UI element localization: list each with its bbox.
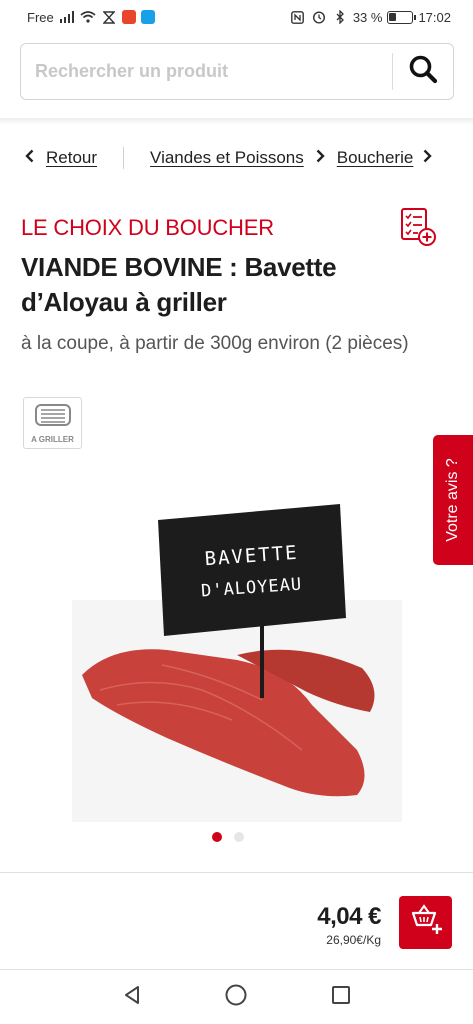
circle-home-icon xyxy=(224,983,248,1012)
status-bar: Free 33 % 17:02 xyxy=(0,0,473,34)
chevron-left-icon xyxy=(25,149,34,167)
price-bar: 4,04 € 26,90€/Kg xyxy=(0,872,473,970)
product-brand: LE CHOIX DU BOUCHER xyxy=(21,215,274,240)
nfc-icon xyxy=(290,10,306,24)
chevron-right-icon xyxy=(423,149,433,167)
add-to-list-button[interactable] xyxy=(400,207,438,247)
battery-percent: 33 % xyxy=(352,9,383,25)
status-bar-left: Free xyxy=(27,10,155,25)
square-recents-icon xyxy=(330,984,352,1011)
product-subtitle: à la coupe, à partir de 300g environ (2 … xyxy=(21,333,409,354)
battery-icon xyxy=(387,10,417,24)
triangle-back-icon xyxy=(121,984,143,1011)
battery-fill xyxy=(389,12,397,21)
wifi-icon xyxy=(80,10,96,24)
product-image: BAVETTE D'ALOYEAU xyxy=(72,500,402,822)
shopping-list-add-icon xyxy=(400,208,438,251)
grill-badge: A GRILLER xyxy=(23,397,82,449)
breadcrumb-divider xyxy=(123,147,125,169)
carousel-dots xyxy=(212,832,244,842)
product-price: 4,04 € xyxy=(317,903,381,930)
search-input[interactable] xyxy=(21,44,392,99)
search-bar xyxy=(20,43,454,100)
breadcrumb: Retour Viandes et Poissons Boucherie xyxy=(0,145,473,171)
product-title: VIANDE BOVINE : Bavette d’Aloyau à grill… xyxy=(21,252,337,317)
hourglass-icon xyxy=(101,10,117,24)
feedback-label: Votre avis ? xyxy=(444,458,462,542)
chevron-right-icon xyxy=(316,149,325,167)
carousel-dot[interactable] xyxy=(234,832,244,842)
search-button[interactable] xyxy=(393,44,453,99)
nav-recents-button[interactable] xyxy=(326,982,356,1012)
gift-app-icon xyxy=(121,10,136,24)
bluetooth-icon xyxy=(332,10,348,24)
search-app-icon xyxy=(140,10,155,24)
grill-badge-label: A GRILLER xyxy=(31,435,74,444)
system-nav-bar xyxy=(0,970,473,1024)
nav-home-button[interactable] xyxy=(221,982,251,1012)
breadcrumb-item-boucherie[interactable]: Boucherie xyxy=(337,148,414,168)
grill-icon xyxy=(34,403,72,432)
feedback-tab[interactable]: Votre avis ? xyxy=(433,435,473,565)
alarm-icon xyxy=(311,10,327,24)
status-bar-right: 33 % 17:02 xyxy=(290,10,451,25)
signal-icon xyxy=(59,10,75,24)
nav-back-button[interactable] xyxy=(117,982,147,1012)
unit-price: 26,90€/Kg xyxy=(326,933,381,947)
back-link[interactable]: Retour xyxy=(46,148,97,168)
header-shadow xyxy=(0,118,473,124)
cart-add-icon xyxy=(408,904,444,941)
carrier-label: Free xyxy=(27,9,54,25)
clock: 17:02 xyxy=(418,9,451,25)
search-icon xyxy=(408,54,438,89)
add-to-cart-button[interactable] xyxy=(399,896,452,949)
breadcrumb-item-viandes[interactable]: Viandes et Poissons xyxy=(150,148,304,168)
carousel-dot[interactable] xyxy=(212,832,222,842)
